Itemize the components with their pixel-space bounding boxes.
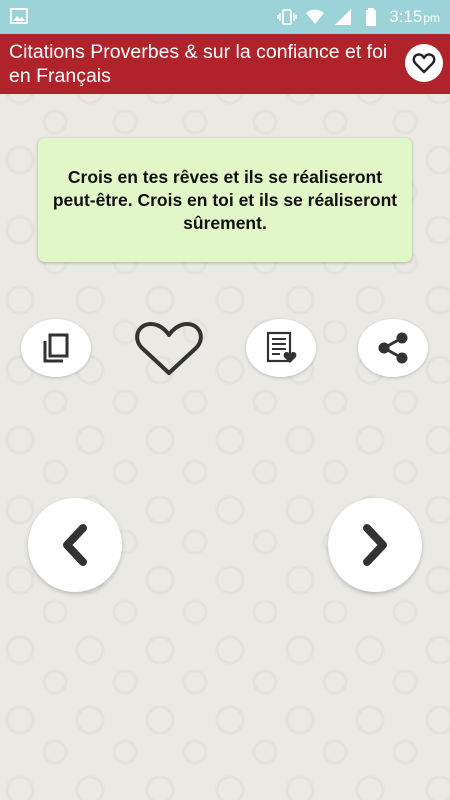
signal-icon: [335, 9, 352, 25]
heart-outline-icon: [135, 321, 203, 375]
app-bar: Citations Proverbes & sur la confiance e…: [0, 34, 450, 94]
quote-card: Crois en tes rêves et ils se réaliseront…: [38, 138, 412, 262]
share-button[interactable]: [358, 319, 428, 377]
copy-button[interactable]: [21, 319, 91, 377]
status-time: 3:15pm: [389, 7, 440, 26]
quote-text: Crois en tes rêves et ils se réaliseront…: [52, 166, 398, 233]
vibrate-icon: [277, 9, 297, 25]
favorites-header-button[interactable]: [405, 44, 443, 82]
image-icon: [10, 8, 28, 24]
wifi-icon: [306, 9, 325, 24]
battery-icon: [366, 8, 377, 26]
next-button[interactable]: [328, 498, 422, 592]
favorites-list-button[interactable]: [246, 319, 316, 377]
share-icon: [378, 332, 408, 364]
copy-icon: [43, 333, 69, 363]
favorites-list-icon: [266, 331, 297, 363]
previous-button[interactable]: [28, 498, 122, 592]
chevron-left-icon: [63, 524, 87, 566]
status-icons: 3:15pm: [277, 0, 440, 34]
chevron-right-icon: [363, 524, 387, 566]
favorite-button[interactable]: [130, 318, 208, 380]
app-title: Citations Proverbes & sur la confiance e…: [9, 41, 388, 87]
heart-outline-icon: [412, 53, 436, 74]
status-bar: 3:15pm: [0, 0, 450, 34]
